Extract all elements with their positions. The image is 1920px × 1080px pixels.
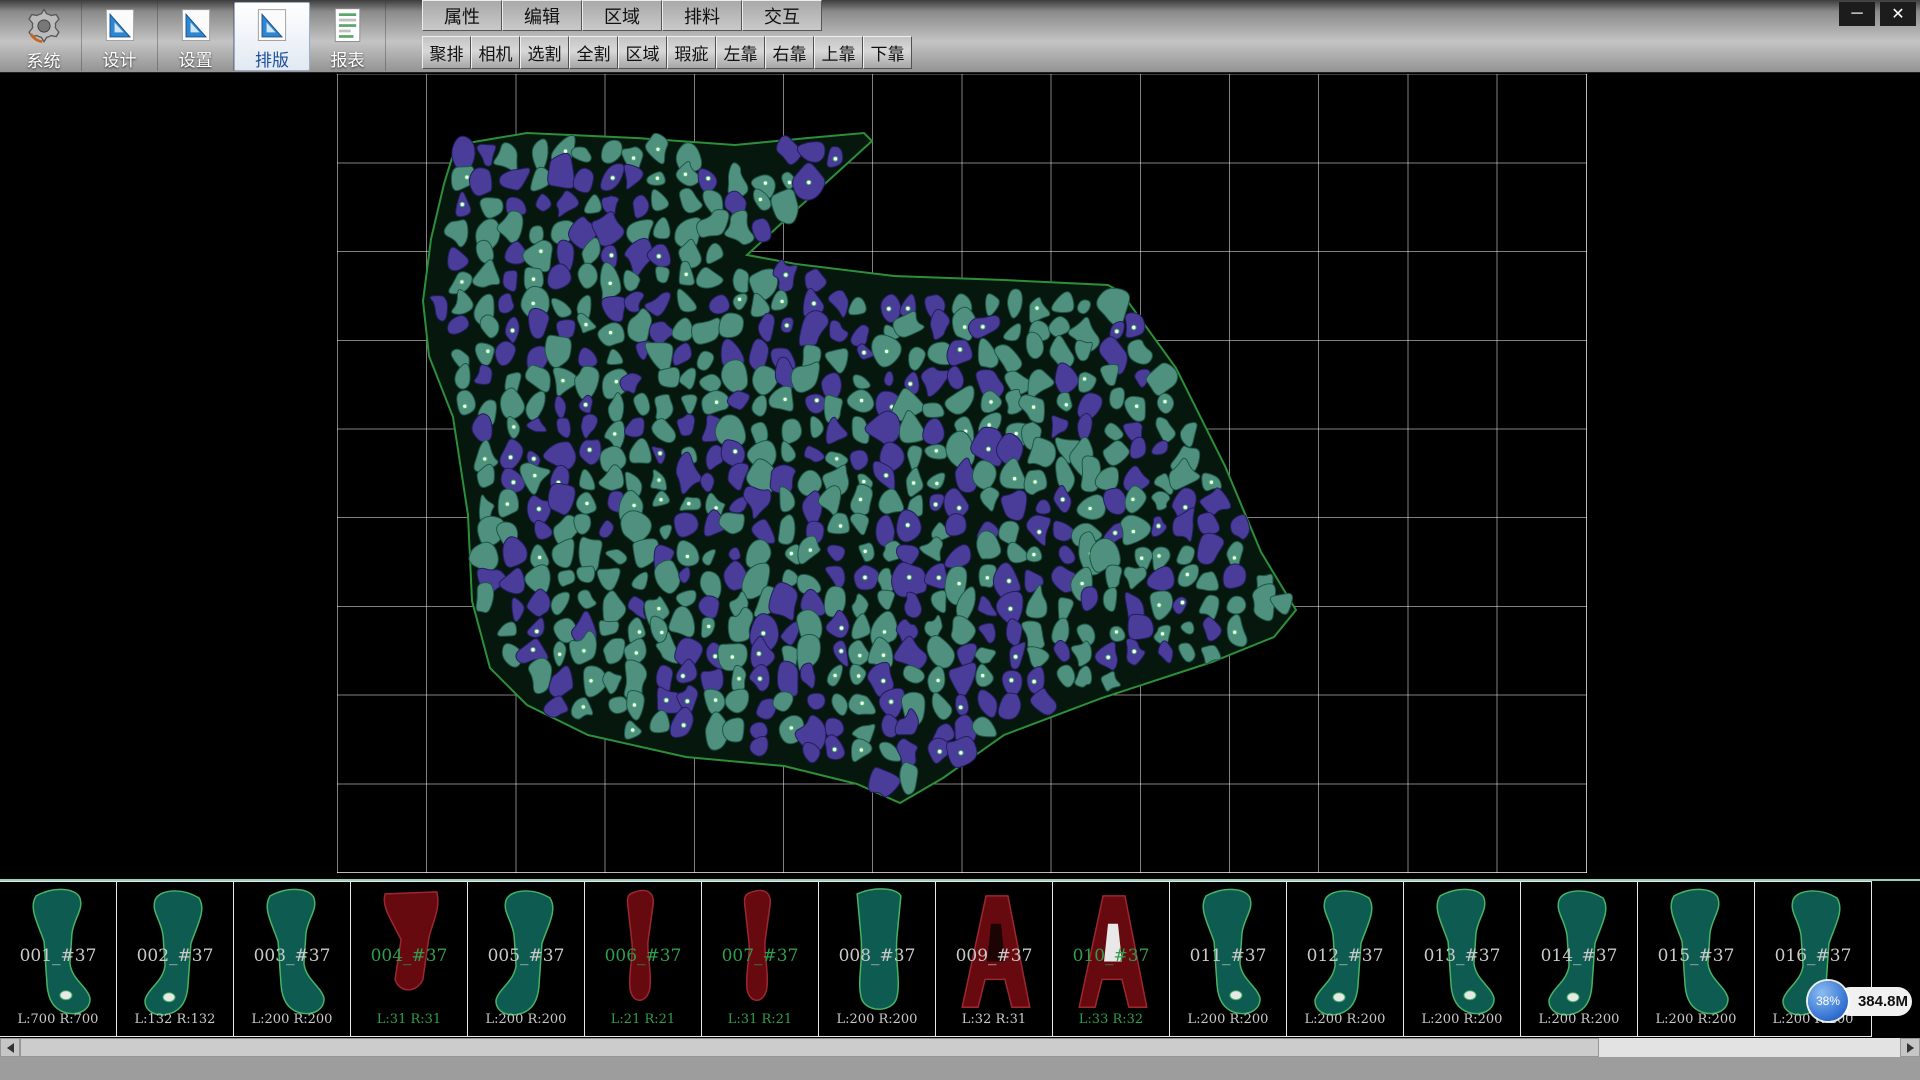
progress-badge: 38% — [1808, 981, 1848, 1021]
piece-thumbnail-list: 001_#37L:700 R:700002_#37L:132 R:132003_… — [0, 881, 1920, 1037]
action-button-defect[interactable]: 瑕疵 — [667, 36, 716, 69]
piece-thumbnail-004[interactable]: 004_#37L:31 R:31 — [350, 881, 468, 1037]
piece-thumbnail-014[interactable]: 014_#37L:200 R:200 — [1520, 881, 1638, 1037]
canvas-grid — [337, 74, 1587, 873]
menu-tab-interact[interactable]: 交互 — [742, 0, 822, 31]
action-button-select-cut[interactable]: 选割 — [520, 36, 569, 69]
app-button-label: 报表 — [331, 46, 365, 71]
close-button[interactable]: ✕ — [1880, 2, 1916, 26]
piece-shape — [819, 882, 937, 1038]
piece-thumbnail-009[interactable]: 009_#37L:32 R:31 — [935, 881, 1053, 1037]
right-arrow-icon — [1907, 1043, 1914, 1053]
piece-shape — [585, 882, 703, 1038]
nesting-canvas[interactable] — [0, 74, 1920, 879]
menu-tab-edit[interactable]: 编辑 — [502, 0, 582, 31]
scroll-track[interactable] — [20, 1038, 1900, 1057]
menu-tab-region[interactable]: 区域 — [582, 0, 662, 31]
action-button-align-bottom[interactable]: 下靠 — [863, 36, 912, 69]
piece-strip: 001_#37L:700 R:700002_#37L:132 R:132003_… — [0, 879, 1920, 1037]
scroll-left-button[interactable] — [0, 1038, 20, 1057]
piece-thumbnail-015[interactable]: 015_#37L:200 R:200 — [1637, 881, 1755, 1037]
action-toolbar: 聚排相机选割全割区域瑕疵左靠右靠上靠下靠 — [422, 36, 912, 69]
action-button-area[interactable]: 区域 — [618, 36, 667, 69]
piece-shape — [1053, 882, 1171, 1038]
app-button-settings[interactable]: 设置 — [158, 2, 234, 71]
app-button-label: 排版 — [255, 46, 289, 71]
piece-thumbnail-002[interactable]: 002_#37L:132 R:132 — [116, 881, 234, 1037]
bottom-status-strip — [0, 1057, 1920, 1080]
action-button-cut-all[interactable]: 全割 — [569, 36, 618, 69]
triangle-icon — [174, 5, 218, 46]
triangle-icon — [98, 5, 142, 46]
app-button-design[interactable]: 设计 — [82, 2, 158, 71]
piece-thumbnail-012[interactable]: 012_#37L:200 R:200 — [1286, 881, 1404, 1037]
piece-shape — [351, 882, 469, 1038]
app-toolbar: 系统 设计 设置 排版 报表 — [6, 2, 386, 71]
piece-thumbnail-001[interactable]: 001_#37L:700 R:700 — [0, 881, 117, 1037]
piece-shape — [468, 882, 586, 1038]
piece-shape — [0, 882, 118, 1038]
minimize-button[interactable]: ─ — [1839, 2, 1875, 26]
app-window: 系统设计设置排版报表 属性编辑区域排料交互 聚排相机选割全割区域瑕疵左靠右靠上靠… — [0, 0, 1920, 1080]
action-button-align-top[interactable]: 上靠 — [814, 36, 863, 69]
piece-shape — [1638, 882, 1756, 1038]
action-button-cluster-nest[interactable]: 聚排 — [422, 36, 471, 69]
app-button-report[interactable]: 报表 — [310, 2, 386, 71]
piece-thumbnail-005[interactable]: 005_#37L:200 R:200 — [467, 881, 585, 1037]
app-button-label: 设计 — [103, 46, 137, 71]
piece-thumbnail-010[interactable]: 010_#37L:33 R:32 — [1052, 881, 1170, 1037]
window-controls: ─ ✕ — [1839, 2, 1916, 26]
piece-shape — [702, 882, 820, 1038]
menu-tab-nest[interactable]: 排料 — [662, 0, 742, 31]
menu-tab-properties[interactable]: 属性 — [422, 0, 502, 31]
piece-shape — [1404, 882, 1522, 1038]
horizontal-scrollbar[interactable] — [0, 1038, 1920, 1057]
piece-thumbnail-011[interactable]: 011_#37L:200 R:200 — [1169, 881, 1287, 1037]
piece-shape — [117, 882, 235, 1038]
piece-shape — [234, 882, 352, 1038]
menu-area: 属性编辑区域排料交互 聚排相机选割全割区域瑕疵左靠右靠上靠下靠 — [422, 0, 912, 69]
top-toolbar: 系统设计设置排版报表 属性编辑区域排料交互 聚排相机选割全割区域瑕疵左靠右靠上靠… — [0, 0, 1920, 73]
scroll-thumb[interactable] — [20, 1038, 1599, 1057]
piece-shape — [1521, 882, 1639, 1038]
triangle-icon — [250, 6, 294, 46]
piece-shape — [1287, 882, 1405, 1038]
piece-thumbnail-013[interactable]: 013_#37L:200 R:200 — [1403, 881, 1521, 1037]
piece-thumbnail-008[interactable]: 008_#37L:200 R:200 — [818, 881, 936, 1037]
menu-tabs: 属性编辑区域排料交互 — [422, 0, 912, 31]
piece-thumbnail-006[interactable]: 006_#37L:21 R:21 — [584, 881, 702, 1037]
report-icon — [326, 5, 370, 46]
piece-thumbnail-003[interactable]: 003_#37L:200 R:200 — [233, 881, 351, 1037]
gear-icon — [22, 5, 66, 47]
left-arrow-icon — [7, 1043, 14, 1053]
app-button-nesting[interactable]: 排版 — [234, 2, 310, 71]
app-button-label: 系统 — [27, 47, 61, 72]
piece-shape — [936, 882, 1054, 1038]
action-button-align-right[interactable]: 右靠 — [765, 36, 814, 69]
action-button-align-left[interactable]: 左靠 — [716, 36, 765, 69]
app-button-label: 设置 — [179, 46, 213, 71]
action-button-camera[interactable]: 相机 — [471, 36, 520, 69]
scroll-right-button[interactable] — [1900, 1038, 1920, 1057]
piece-shape — [1170, 882, 1288, 1038]
hide-nesting-view[interactable] — [337, 74, 1587, 873]
piece-thumbnail-007[interactable]: 007_#37L:31 R:21 — [701, 881, 819, 1037]
app-button-system[interactable]: 系统 — [6, 2, 82, 71]
